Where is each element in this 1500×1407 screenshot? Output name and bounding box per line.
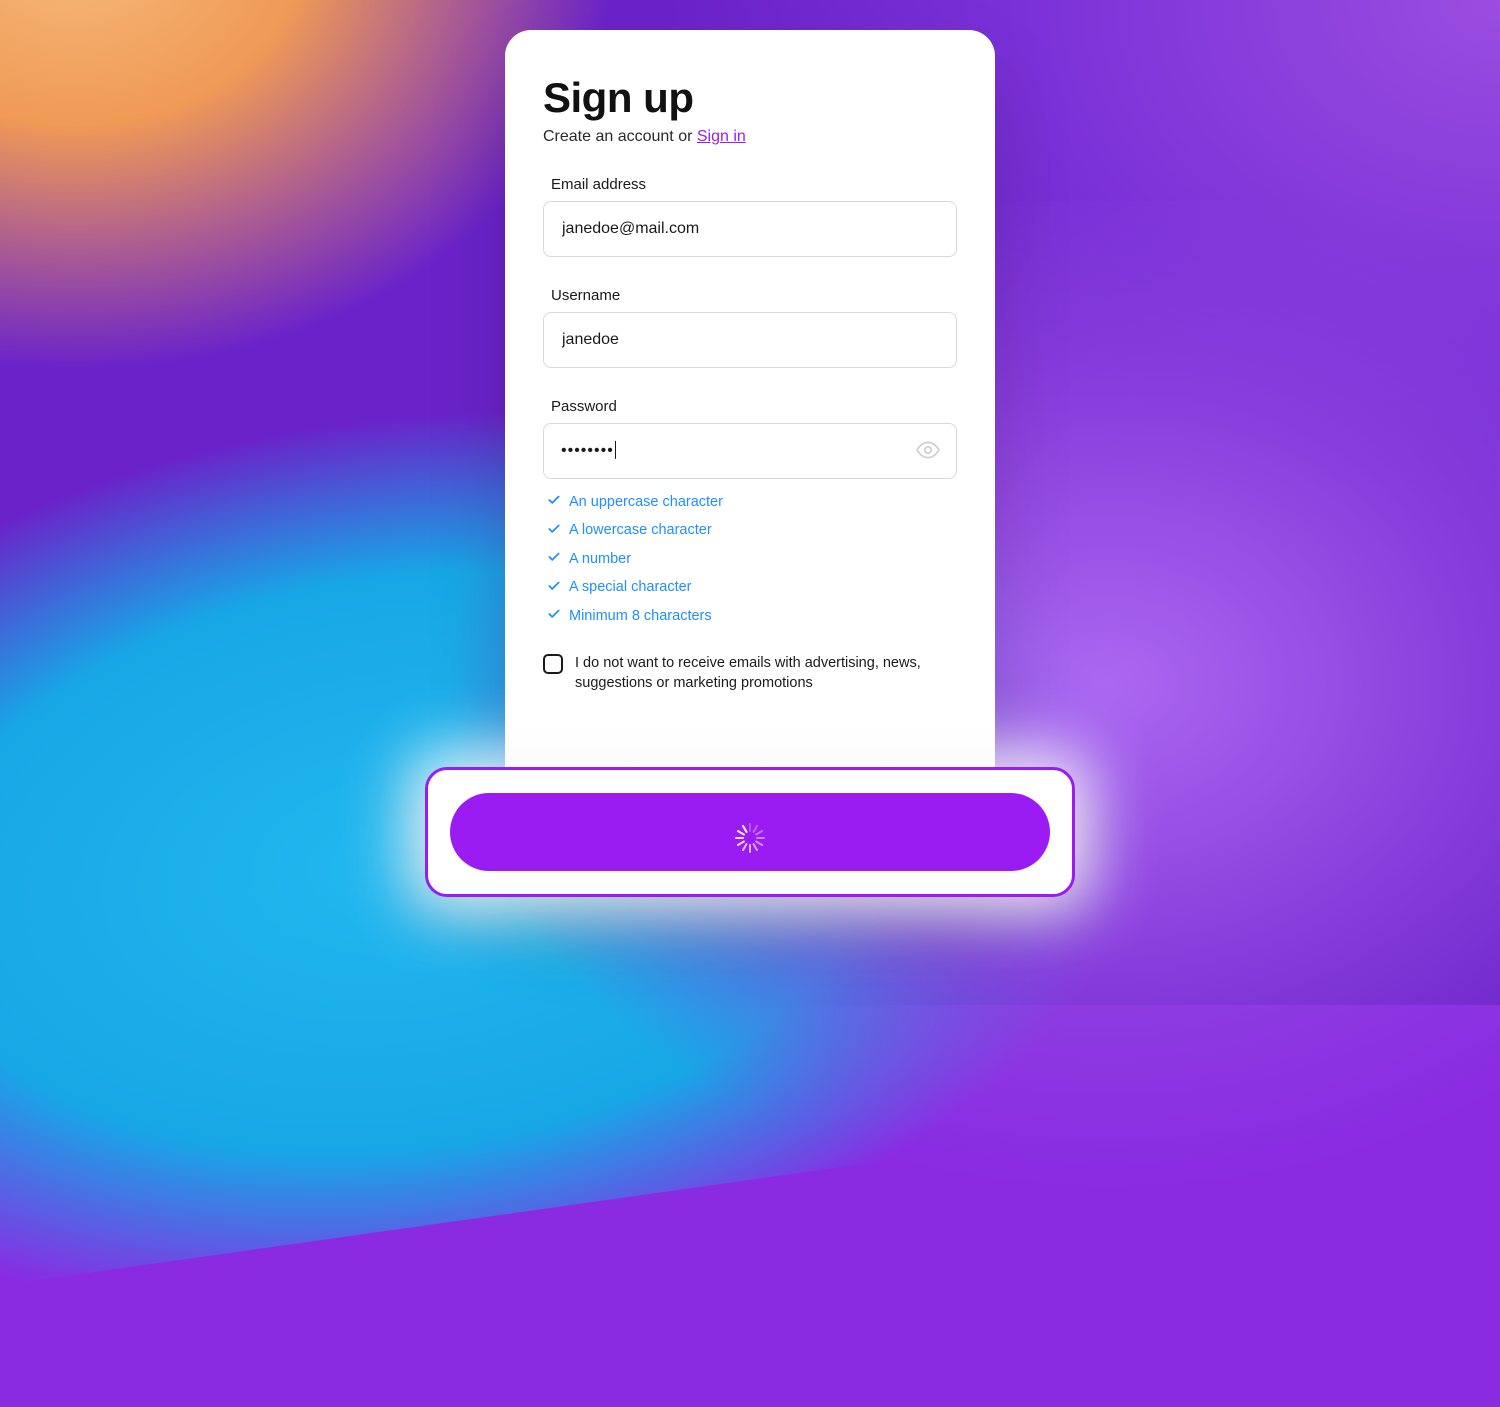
username-label: Username (551, 287, 957, 304)
check-icon (547, 493, 561, 511)
email-input-wrap (543, 201, 957, 257)
sign-in-link[interactable]: Sign in (697, 128, 746, 145)
check-icon (547, 607, 561, 625)
marketing-optout-label: I do not want to receive emails with adv… (575, 653, 947, 694)
page-title: Sign up (543, 74, 957, 122)
email-label: Email address (551, 176, 957, 193)
subtitle: Create an account or Sign in (543, 128, 957, 146)
username-input[interactable] (543, 312, 957, 368)
subtitle-prefix: Create an account or (543, 128, 697, 145)
password-field-group: Password •••••••• An uppercase character (543, 398, 957, 625)
submit-button-callout (425, 767, 1075, 897)
check-icon (547, 579, 561, 597)
password-rule: A number (547, 550, 957, 568)
password-rule: A lowercase character (547, 522, 957, 540)
password-rules-list: An uppercase character A lowercase chara… (543, 493, 957, 625)
email-input[interactable] (543, 201, 957, 257)
marketing-optout-row: I do not want to receive emails with adv… (543, 653, 957, 694)
password-rule: An uppercase character (547, 493, 957, 511)
marketing-optout-checkbox[interactable] (543, 654, 563, 674)
password-rule-text: Minimum 8 characters (569, 609, 712, 624)
password-rule-text: A special character (569, 580, 692, 595)
password-label: Password (551, 398, 957, 415)
username-input-wrap (543, 312, 957, 368)
submit-button[interactable] (450, 793, 1050, 871)
check-icon (547, 550, 561, 568)
toggle-password-visibility-button[interactable] (913, 436, 943, 466)
password-rule-text: A number (569, 552, 631, 567)
password-rule: Minimum 8 characters (547, 607, 957, 625)
signup-card: Sign up Create an account or Sign in Ema… (505, 30, 995, 893)
spinner-icon (733, 815, 767, 849)
password-input-wrap: •••••••• (543, 423, 957, 479)
username-field-group: Username (543, 287, 957, 368)
password-rule-text: A lowercase character (569, 523, 712, 538)
password-rule: A special character (547, 579, 957, 597)
password-rule-text: An uppercase character (569, 495, 723, 510)
check-icon (547, 522, 561, 540)
email-field-group: Email address (543, 176, 957, 257)
password-input[interactable] (543, 423, 957, 479)
eye-icon (915, 437, 941, 466)
